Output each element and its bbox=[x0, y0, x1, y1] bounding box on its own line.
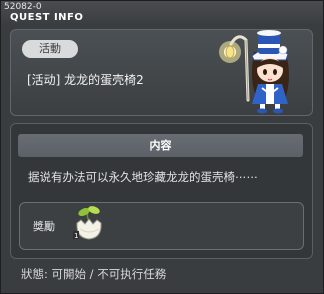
egg-shell-chair-icon[interactable]: 1 bbox=[72, 205, 106, 241]
quest-status: 狀態: 可開始 / 不可执行任務 bbox=[21, 267, 167, 281]
title-bar[interactable]: 52082-0 QUEST INFO bbox=[1, 1, 323, 25]
quest-content-box: 内容 据说有办法可以永久地珍藏龙龙的蛋壳椅⋯⋯ 獎勵 1 bbox=[10, 123, 313, 259]
content-header: 内容 bbox=[18, 134, 303, 157]
npc-portrait-icon bbox=[219, 30, 289, 114]
window-title: QUEST INFO bbox=[10, 12, 84, 23]
quest-name: [活动] 龙龙的蛋壳椅2 bbox=[27, 73, 144, 87]
category-badge: 活動 bbox=[22, 40, 78, 58]
svg-text:1: 1 bbox=[74, 232, 78, 240]
quest-info-window: 52082-0 QUEST INFO 活動 [活动] 龙龙的蛋壳椅2 内容 据说… bbox=[0, 0, 324, 294]
quest-id: 52082-0 bbox=[4, 2, 42, 12]
reward-label: 獎勵 bbox=[33, 220, 55, 233]
quest-summary-panel: 活動 [活动] 龙龙的蛋壳椅2 bbox=[10, 29, 313, 116]
quest-description: 据说有办法可以永久地珍藏龙龙的蛋壳椅⋯⋯ bbox=[28, 170, 258, 184]
reward-box: 獎勵 1 bbox=[19, 202, 304, 250]
